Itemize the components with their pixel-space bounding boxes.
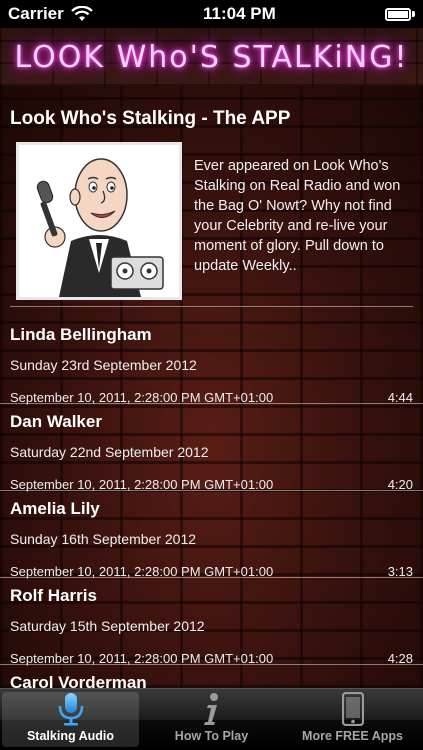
episode-name: Carol Vorderman: [10, 673, 147, 688]
tab-label: Stalking Audio: [26, 729, 115, 743]
episode-date: Saturday 22nd September 2012: [10, 444, 209, 460]
episode-row[interactable]: Linda Bellingham Sunday 23rd September 2…: [0, 317, 423, 405]
clock: 11:04 PM: [203, 4, 276, 23]
app-description: Ever appeared on Look Who's Stalking on …: [194, 158, 401, 274]
status-bar: Carrier 11:04 PM: [0, 0, 423, 28]
episode-name: Linda Bellingham: [10, 325, 152, 344]
tab-label: How To Play: [174, 729, 249, 743]
episode-name: Amelia Lily: [10, 499, 100, 518]
tab-bar: Stalking Audio How To Play More FREE App…: [0, 688, 423, 750]
app-info-section: Look Who's Stalking - The APP Ever appea…: [0, 86, 423, 317]
episode-date: Sunday 16th September 2012: [10, 531, 197, 547]
episode-date: Sunday 23rd September 2012: [10, 357, 197, 373]
episode-duration: 4:44: [387, 390, 413, 405]
tab-label: More FREE Apps: [302, 729, 403, 743]
cartoon-presenter-image: [16, 142, 182, 300]
wifi-icon: [70, 6, 93, 21]
tab-how-to-play[interactable]: How To Play: [143, 692, 280, 747]
tab-stalking-audio[interactable]: Stalking Audio: [2, 692, 139, 747]
app-info-heading: Look Who's Stalking - The APP: [10, 108, 291, 129]
presenter-illustration: [36, 158, 164, 297]
content-list[interactable]: Look Who's Stalking - The APP Ever appea…: [0, 86, 423, 688]
app-title: LOOK Who'S STALKiNG!: [14, 39, 409, 75]
tab-more-free-apps[interactable]: More FREE Apps: [284, 692, 421, 747]
episode-published: September 10, 2011, 2:28:00 PM GMT+01:00: [10, 390, 274, 405]
divider: [10, 306, 413, 307]
battery-icon: [385, 7, 415, 21]
microphone-icon: [56, 692, 86, 726]
episode-published: September 10, 2011, 2:28:00 PM GMT+01:00: [10, 564, 274, 579]
episode-published: September 10, 2011, 2:28:00 PM GMT+01:00: [10, 477, 274, 492]
episode-row[interactable]: Carol Vorderman: [0, 665, 423, 688]
episode-date: Saturday 15th September 2012: [10, 618, 205, 634]
app-header: LOOK Who'S STALKiNG!: [0, 28, 423, 86]
episode-duration: 3:13: [387, 564, 413, 579]
episode-duration: 4:20: [387, 477, 413, 492]
episode-row[interactable]: Rolf Harris Saturday 15th September 2012…: [0, 578, 423, 666]
episode-name: Dan Walker: [10, 412, 102, 431]
phone-icon: [341, 692, 364, 726]
carrier-label: Carrier: [8, 4, 64, 23]
episode-row[interactable]: Dan Walker Saturday 22nd September 2012 …: [0, 404, 423, 492]
info-icon: [200, 692, 224, 726]
status-left: Carrier: [8, 4, 94, 24]
episode-row[interactable]: Amelia Lily Sunday 16th September 2012 S…: [0, 491, 423, 579]
episode-published: September 10, 2011, 2:28:00 PM GMT+01:00: [10, 651, 274, 666]
episode-duration: 4:28: [387, 651, 413, 666]
episode-name: Rolf Harris: [10, 586, 97, 605]
